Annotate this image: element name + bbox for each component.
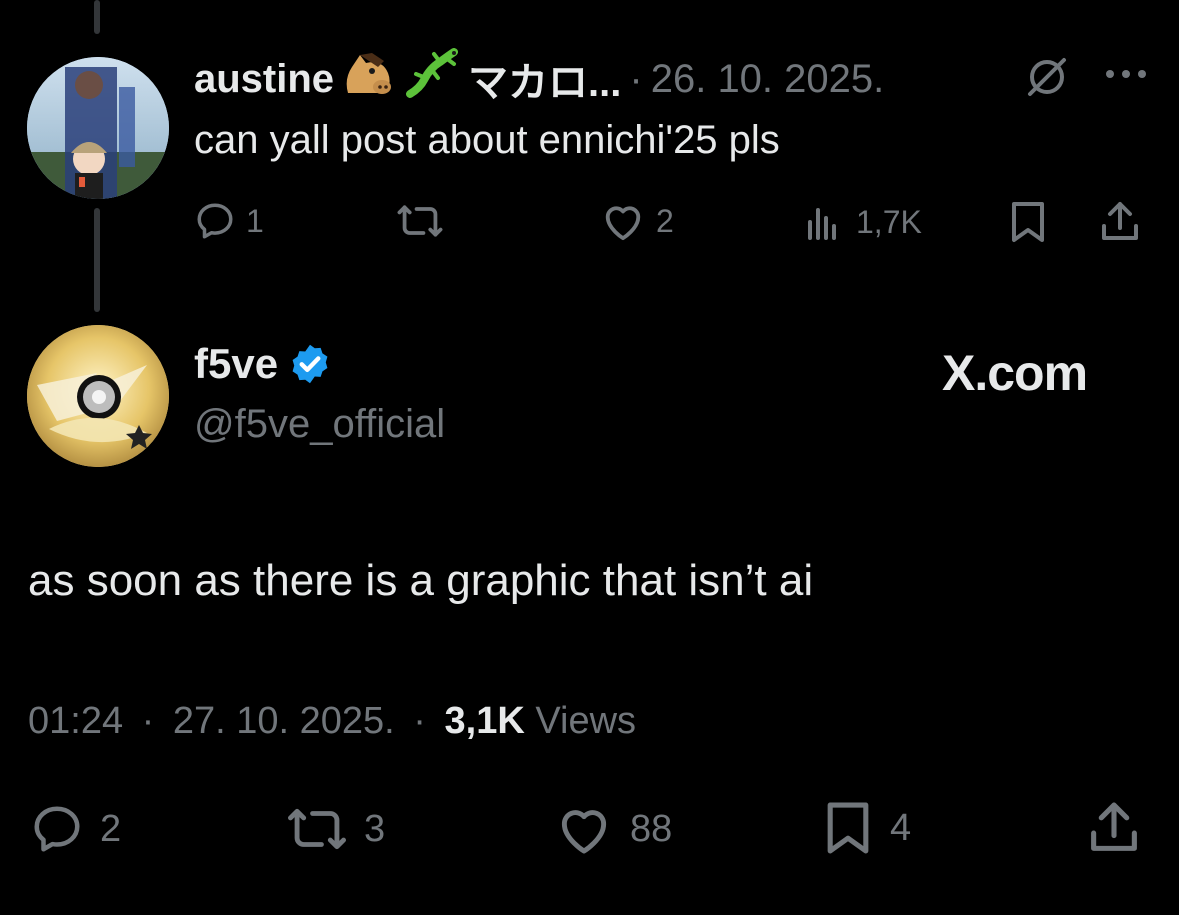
post-repost-button[interactable]: 3 (286, 802, 385, 856)
reply-reply-count: 1 (246, 202, 264, 239)
comment-icon (34, 806, 80, 852)
reply-text: can yall post about ennichi'25 pls (194, 118, 780, 162)
x-com-watermark: X.com (942, 345, 1088, 401)
meta-separator-1: · (141, 700, 155, 742)
reply-header: austine マカロ... · 26. 10. 2025. (194, 48, 885, 109)
repost-icon (397, 205, 443, 237)
post-reply-count: 2 (100, 807, 122, 850)
post-like-count: 88 (630, 807, 673, 850)
post-views-count[interactable]: 3,1K (445, 700, 525, 742)
post-reply-button[interactable]: 2 (30, 802, 121, 856)
post-author-name[interactable]: f5ve (194, 340, 332, 388)
reply-like-button[interactable]: 2 (600, 200, 674, 242)
reply-date[interactable]: 26. 10. 2025. (651, 57, 885, 102)
share-icon (1102, 202, 1138, 240)
repost-icon (287, 808, 347, 850)
post-meta: 01:24 · 27. 10. 2025. · 3,1K Views (28, 700, 636, 743)
horse-emoji-icon (342, 49, 396, 109)
reply-display-name[interactable]: austine (194, 57, 334, 102)
post-display-name: f5ve (194, 340, 279, 387)
thread-line-connector (94, 208, 100, 312)
reply-reply-button[interactable]: 1 (194, 200, 264, 242)
comment-icon (197, 203, 233, 239)
post-handle[interactable]: @f5ve_official (194, 402, 445, 447)
post-bookmark-button[interactable]: 4 (822, 800, 911, 856)
bookmark-icon (827, 802, 869, 854)
reply-repost-button[interactable] (396, 200, 444, 242)
heart-icon (605, 206, 641, 241)
share-icon (1091, 802, 1137, 851)
reply-bookmark-button[interactable] (1008, 200, 1048, 244)
post-repost-count: 3 (364, 807, 386, 850)
post-like-button[interactable]: 88 (554, 802, 672, 856)
post-time[interactable]: 01:24 (28, 700, 123, 742)
post-date[interactable]: 27. 10. 2025. (173, 700, 395, 742)
post-share-button[interactable] (1086, 800, 1142, 856)
thread-line-top (94, 0, 100, 34)
reply-share-button[interactable] (1098, 200, 1142, 244)
grok-icon[interactable] (1024, 54, 1070, 105)
heart-icon (561, 810, 607, 854)
verified-badge-icon (292, 344, 328, 384)
post-bookmark-count: 4 (890, 806, 912, 849)
bookmark-icon (1012, 202, 1044, 242)
post-views-label: Views (535, 700, 637, 742)
reply-name-suffix: マカロ... (468, 61, 622, 105)
lizard-emoji-icon (404, 48, 460, 110)
reply-like-count: 2 (656, 202, 674, 239)
post-avatar[interactable] (27, 325, 169, 467)
meta-separator-2: · (413, 700, 426, 742)
reply-views-count: 1,7K (856, 203, 922, 240)
post-text: as soon as there is a graphic that isn’t… (28, 556, 814, 605)
reply-avatar[interactable] (27, 57, 169, 199)
reply-views-button[interactable]: 1,7K (806, 202, 922, 242)
more-icon[interactable] (1104, 64, 1148, 89)
views-icon (808, 208, 836, 240)
reply-separator: · (629, 56, 643, 101)
